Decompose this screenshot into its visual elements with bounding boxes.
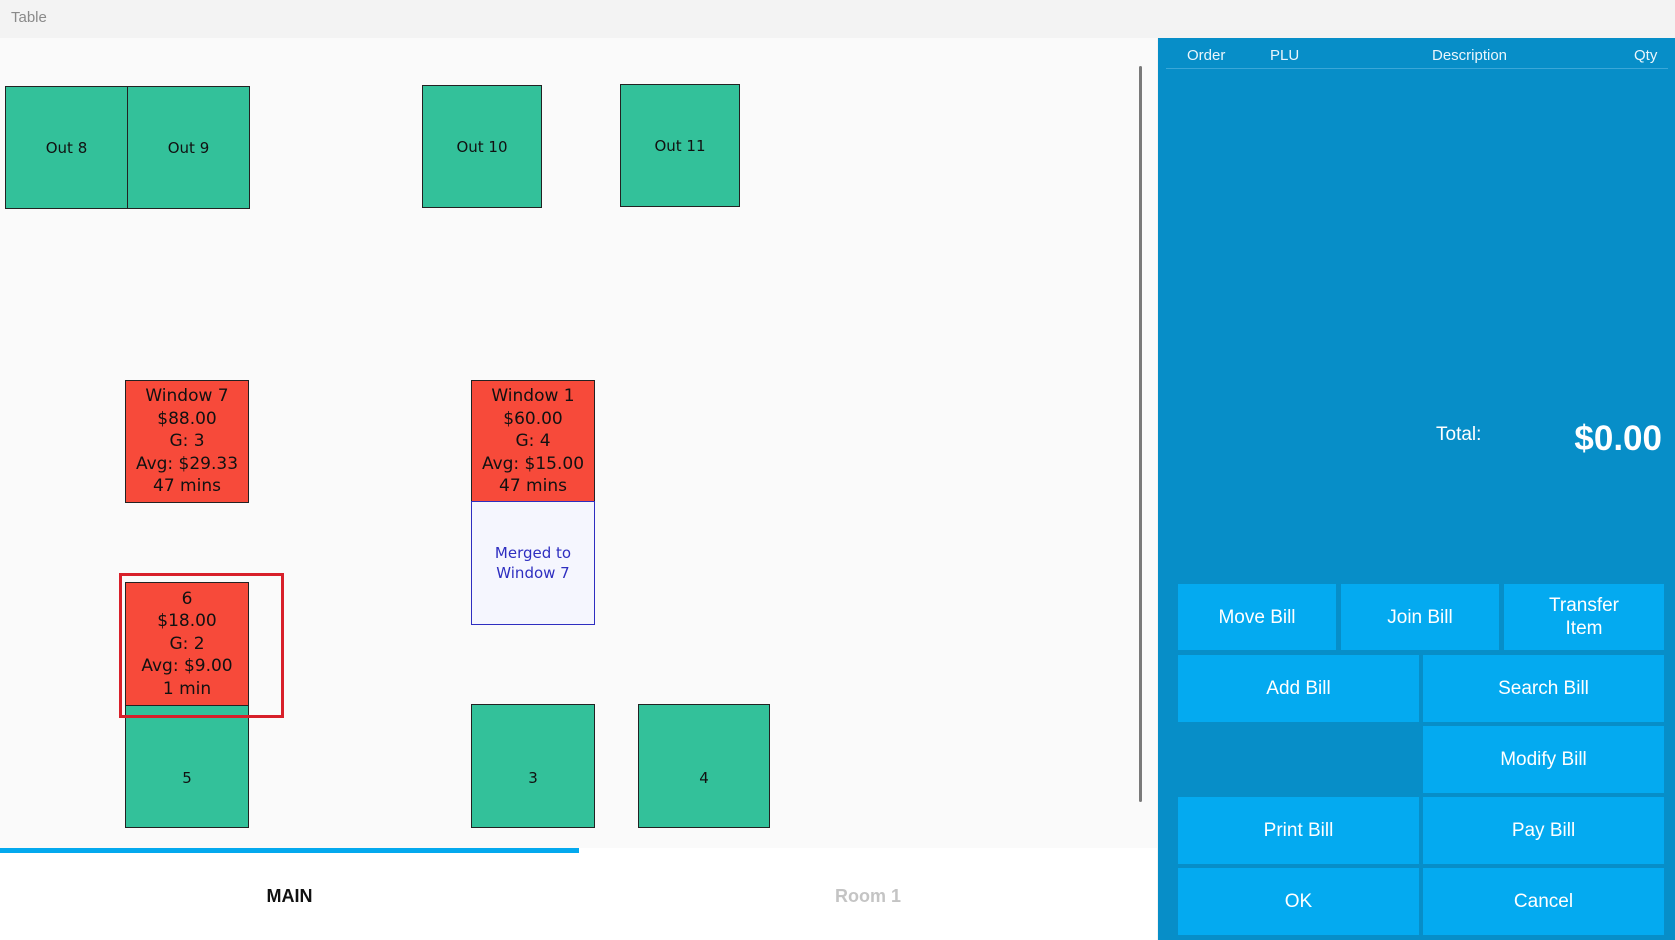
window-title: Table xyxy=(11,9,47,26)
table-out-10[interactable]: Out 10 xyxy=(422,85,542,208)
table-merged-to-window-7[interactable]: Merged to Window 7 xyxy=(471,501,595,625)
button-label-line-2: Item xyxy=(1565,618,1603,639)
merged-label-line-2: Window 7 xyxy=(496,564,570,582)
table-amount: $88.00 xyxy=(157,408,217,429)
button-label: Modify Bill xyxy=(1500,749,1587,770)
search-bill-button[interactable]: Search Bill xyxy=(1423,655,1664,722)
button-label: Move Bill xyxy=(1218,606,1296,628)
button-label: OK xyxy=(1284,891,1313,912)
title-bar: Table xyxy=(0,0,1675,36)
tab-label: Room 1 xyxy=(834,886,901,906)
modify-bill-button[interactable]: Modify Bill xyxy=(1423,726,1664,793)
table-average: Avg: $15.00 xyxy=(481,453,585,474)
button-label: Join Bill xyxy=(1387,606,1453,628)
table-guests: G: 4 xyxy=(515,431,551,452)
tab-main[interactable]: MAIN xyxy=(0,853,579,940)
column-header-order: Order xyxy=(1187,47,1226,64)
add-bill-button[interactable]: Add Bill xyxy=(1178,655,1419,722)
join-bill-button[interactable]: Join Bill xyxy=(1341,584,1499,650)
button-label: Cancel xyxy=(1513,891,1574,912)
column-header-description: Description xyxy=(1432,47,1508,64)
tab-room-1[interactable]: Room 1 xyxy=(579,853,1157,940)
button-label-line-1: Transfer xyxy=(1548,595,1620,616)
button-label: Pay Bill xyxy=(1511,820,1576,841)
table-label: 3 xyxy=(528,769,538,787)
table-name: Window 1 xyxy=(491,386,575,407)
table-out-11[interactable]: Out 11 xyxy=(620,84,740,207)
ok-button[interactable]: OK xyxy=(1178,868,1419,935)
selected-table-outline xyxy=(119,573,284,718)
room-tabs: MAIN Room 1 xyxy=(0,848,1157,940)
button-label: Print Bill xyxy=(1263,820,1334,841)
transfer-item-button[interactable]: Transfer Item xyxy=(1504,584,1664,650)
table-window-1[interactable]: Window 1 $60.00 G: 4 Avg: $15.00 47 mins xyxy=(471,380,595,503)
table-label: Out 10 xyxy=(456,137,508,156)
table-3[interactable]: 3 xyxy=(471,704,595,828)
floor-scrollbar[interactable] xyxy=(1139,66,1142,802)
table-out-9[interactable]: Out 9 xyxy=(127,86,250,209)
total-value: $0.00 xyxy=(1574,419,1662,458)
tab-label: MAIN xyxy=(266,886,313,906)
table-guests: G: 3 xyxy=(169,431,205,452)
table-4[interactable]: 4 xyxy=(638,704,770,828)
merged-label-line-1: Merged to xyxy=(494,544,572,562)
floor-plan: Out 8 Out 9 Out 10 Out 11 Window 7 $88.0… xyxy=(0,38,1157,854)
table-label: 5 xyxy=(182,769,192,787)
move-bill-button[interactable]: Move Bill xyxy=(1178,584,1336,650)
table-name: Window 7 xyxy=(145,386,229,407)
column-header-plu: PLU xyxy=(1270,47,1300,64)
table-5[interactable]: 5 xyxy=(125,704,249,828)
print-bill-button[interactable]: Print Bill xyxy=(1178,797,1419,864)
button-label: Search Bill xyxy=(1498,678,1589,699)
table-average: Avg: $29.33 xyxy=(135,453,239,474)
pay-bill-button[interactable]: Pay Bill xyxy=(1423,797,1664,864)
total-label: Total: xyxy=(1436,424,1482,445)
table-label: Out 9 xyxy=(167,138,210,157)
table-screen: Table Out 8 Out 9 Out 10 Out 11 Window 7… xyxy=(0,0,1675,940)
table-time: 47 mins xyxy=(153,476,221,497)
column-header-qty: Qty xyxy=(1634,47,1658,64)
table-label: Out 8 xyxy=(45,138,88,157)
header-divider xyxy=(1166,68,1668,69)
table-label: 4 xyxy=(699,769,709,787)
table-window-7[interactable]: Window 7 $88.00 G: 3 Avg: $29.33 47 mins xyxy=(125,380,249,503)
table-label: Out 11 xyxy=(654,136,706,155)
table-amount: $60.00 xyxy=(503,408,563,429)
button-label: Add Bill xyxy=(1266,678,1331,699)
cancel-button[interactable]: Cancel xyxy=(1423,868,1664,935)
table-out-8[interactable]: Out 8 xyxy=(5,86,128,209)
table-time: 47 mins xyxy=(499,476,567,497)
